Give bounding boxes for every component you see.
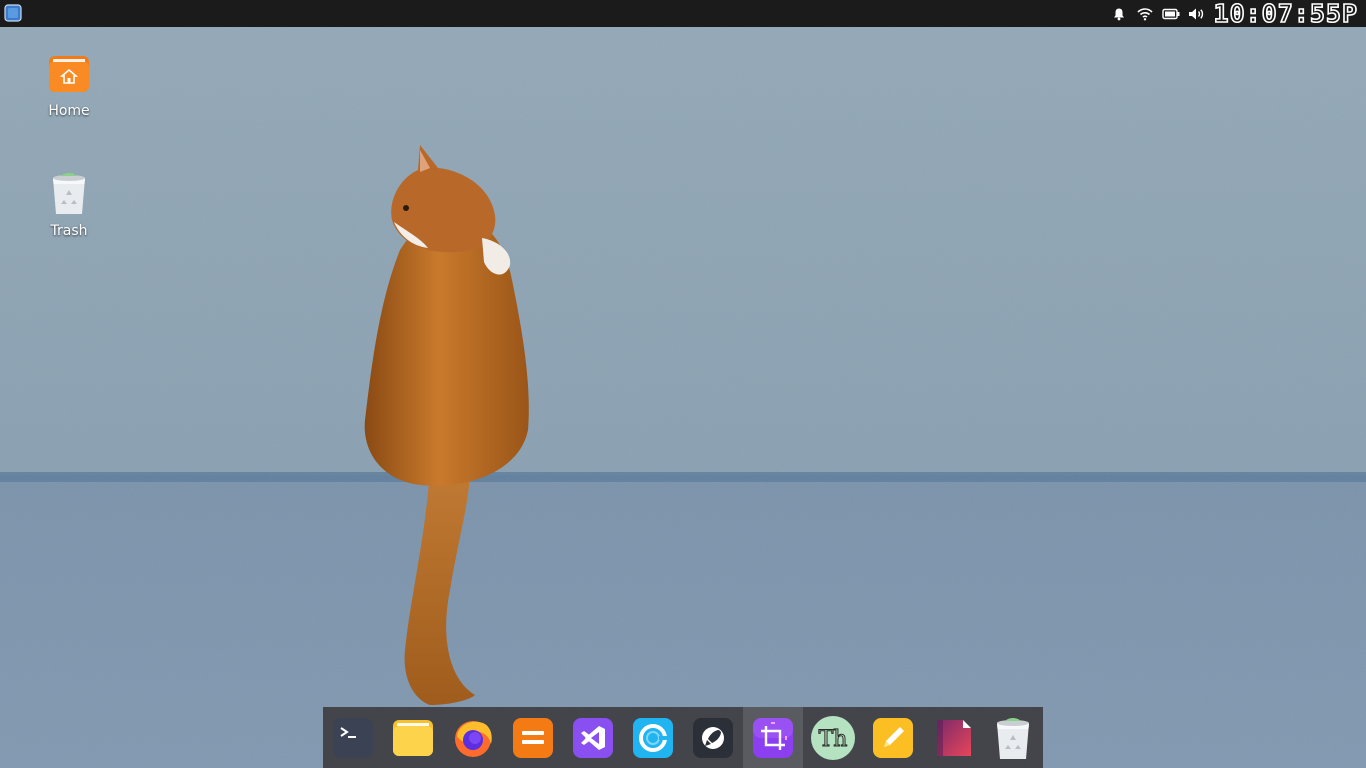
crop-icon — [753, 717, 793, 758]
pencil-icon — [873, 717, 913, 758]
firefox-icon — [455, 720, 492, 757]
font-icon: Th — [811, 715, 855, 760]
dock-item-trash[interactable] — [983, 707, 1043, 768]
dock-item-launcher[interactable] — [683, 707, 743, 768]
bell-icon[interactable] — [1110, 5, 1128, 23]
dock-item-firefox[interactable] — [443, 707, 503, 768]
rocket-icon — [693, 717, 733, 758]
dock-item-visual-studio-code[interactable] — [563, 707, 623, 768]
top-panel: 10:07:55P — [0, 0, 1366, 28]
desktop-wallpaper — [0, 0, 1366, 768]
dock-item-text-editor[interactable] — [863, 707, 923, 768]
dock-item-terminal[interactable] — [323, 707, 383, 768]
dock-item-browser[interactable] — [623, 707, 683, 768]
desktop-icon-label: Trash — [50, 223, 88, 239]
system-tray: 10:07:55P — [1110, 0, 1366, 28]
vscode-icon — [573, 717, 613, 758]
dock-item-document-viewer[interactable] — [923, 707, 983, 768]
wifi-icon[interactable] — [1136, 5, 1154, 23]
activities-button[interactable] — [4, 4, 22, 22]
dock-item-files[interactable] — [383, 707, 443, 768]
browser-icon — [633, 717, 673, 758]
app-menu-icon — [4, 4, 22, 22]
dock-item-calculator[interactable] — [503, 707, 563, 768]
svg-text:Th: Th — [819, 727, 848, 752]
folder-icon — [393, 719, 433, 756]
dock-item-fonts[interactable]: Th — [803, 707, 863, 768]
home-folder-icon — [49, 56, 89, 92]
trash-icon — [53, 173, 85, 214]
desktop-icon-trash[interactable]: Trash — [24, 170, 114, 239]
calculator-icon — [513, 717, 553, 758]
trash-icon — [997, 717, 1029, 759]
desktop-icon-label: Home — [48, 103, 90, 119]
desktop-icon-home[interactable]: Home — [24, 52, 114, 119]
battery-icon[interactable] — [1161, 5, 1180, 23]
dock-item-screenshot[interactable] — [743, 707, 803, 768]
terminal-icon — [333, 717, 373, 758]
dock: Th — [323, 707, 1043, 768]
volume-icon[interactable] — [1188, 5, 1206, 23]
clock[interactable]: 10:07:55P — [1213, 0, 1358, 28]
wallpaper-image — [0, 27, 1366, 768]
document-icon — [937, 719, 971, 756]
